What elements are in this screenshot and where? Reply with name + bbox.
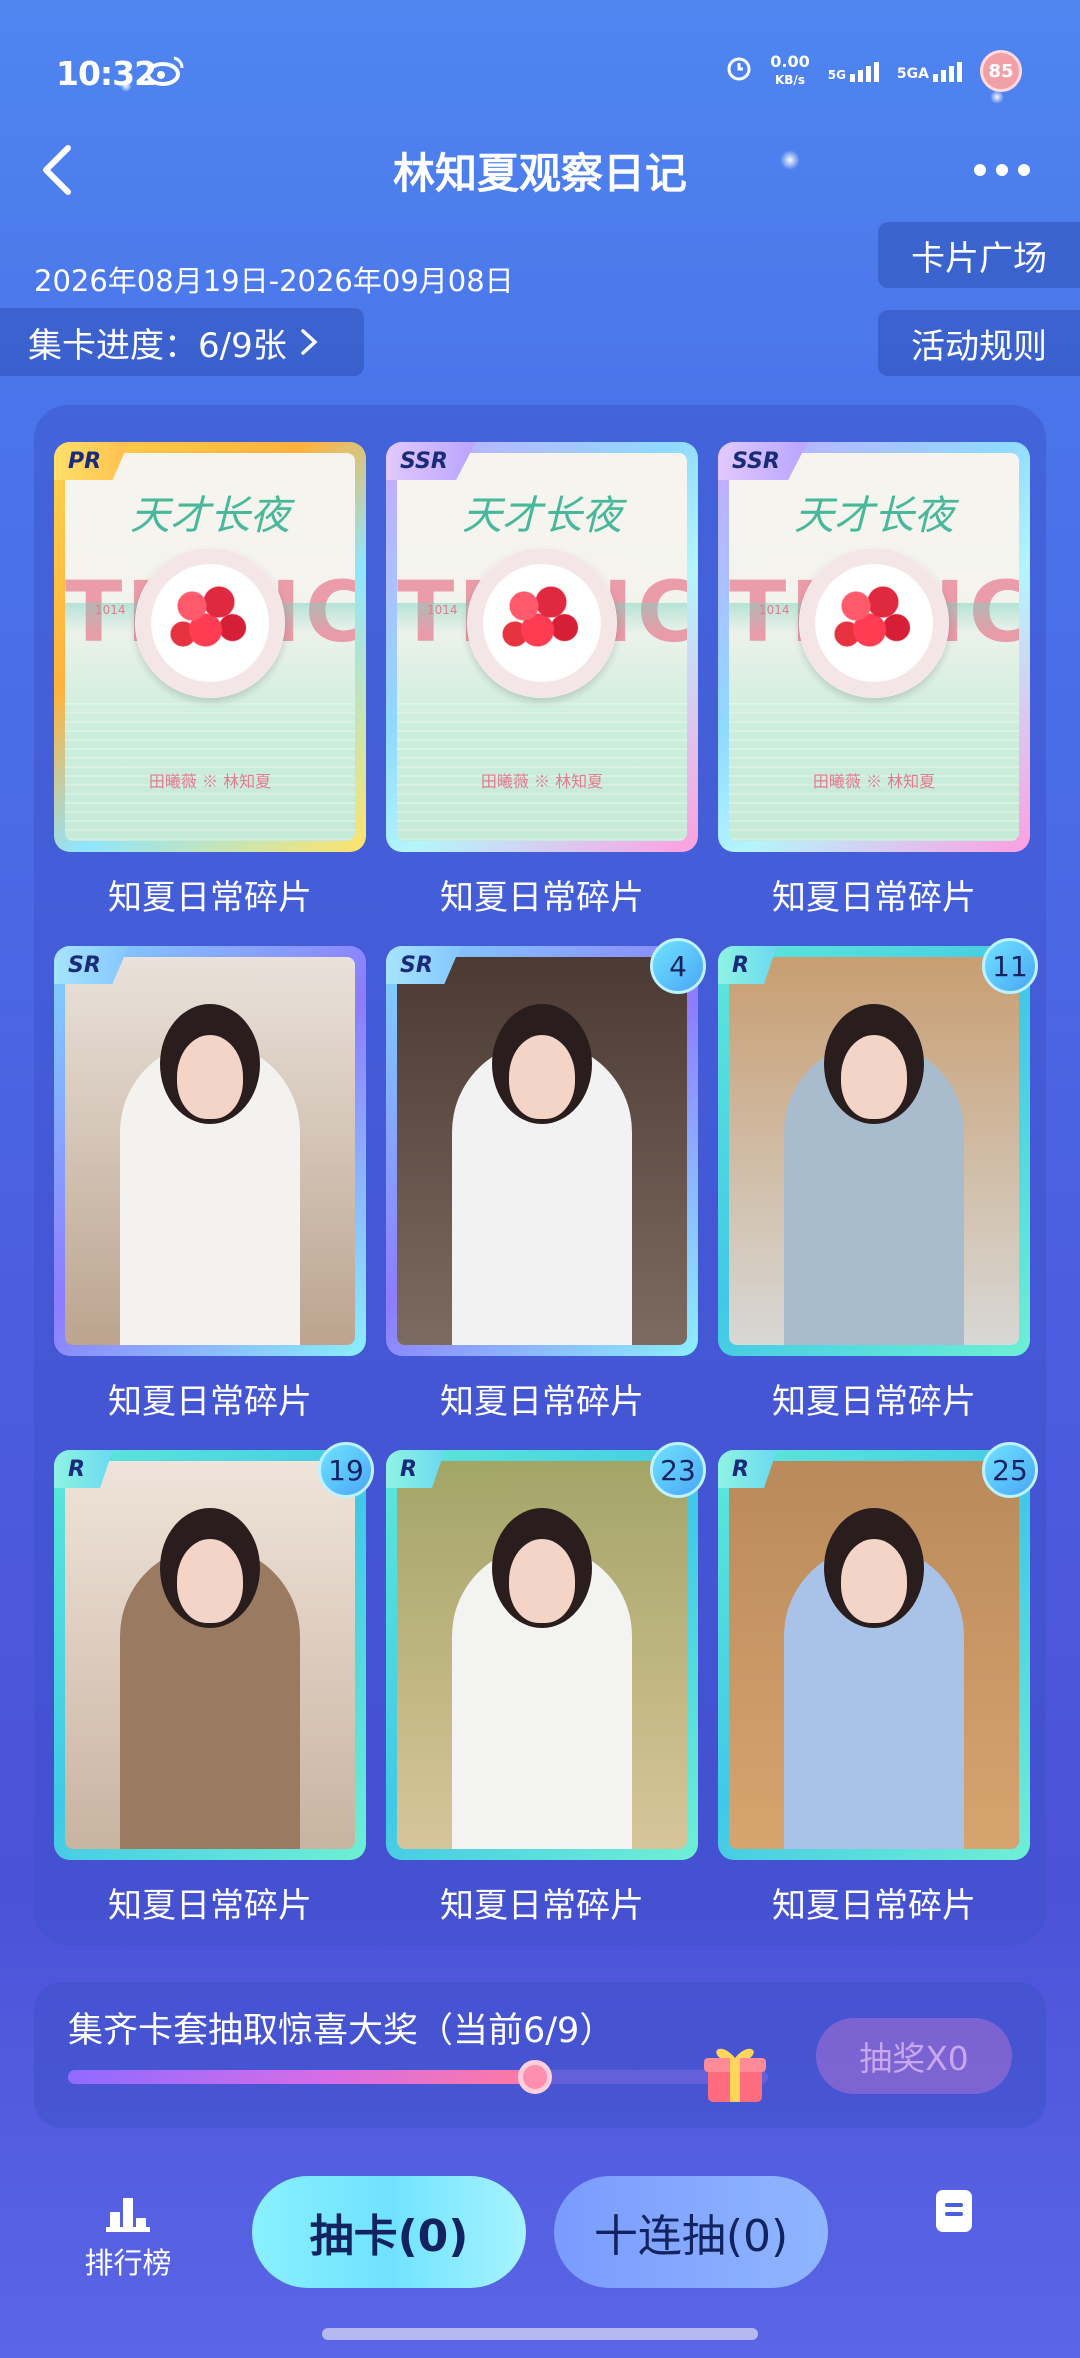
face-shape	[509, 1034, 575, 1119]
card-photo-image	[397, 1461, 687, 1849]
gift-icon	[702, 2040, 768, 2106]
home-indicator[interactable]	[322, 2328, 758, 2340]
card-label: 知夏日常碎片	[440, 1886, 644, 1926]
raspberries-image	[165, 578, 255, 658]
poster-credit: 田曦薇 ※ 林知夏	[148, 772, 272, 791]
page-header: 林知夏观察日记	[0, 130, 1080, 210]
card-item[interactable]: SR 4 知夏日常碎片	[386, 938, 706, 1423]
card-label: 知夏日常碎片	[108, 1886, 312, 1926]
card-item[interactable]: SR 知夏日常碎片	[54, 946, 366, 1423]
record-icon[interactable]	[936, 2190, 972, 2232]
lottery-progress-track	[68, 2060, 768, 2094]
battery-indicator: 85	[980, 50, 1022, 92]
card-frame: SR	[54, 946, 366, 1356]
card-label: 知夏日常碎片	[108, 1382, 312, 1422]
status-time: 10:32	[56, 54, 157, 93]
card-photo-image	[729, 957, 1019, 1345]
card-frame: R 23	[386, 1442, 706, 1860]
card-label: 知夏日常碎片	[440, 1382, 644, 1422]
page-title: 林知夏观察日记	[392, 149, 687, 198]
card-poster-image: 天才长夜TIANCAIWEI1014田曦薇 ※ 林知夏	[65, 453, 355, 841]
card-frame: R 11	[718, 938, 1038, 1356]
card-item[interactable]: SSR天才长夜TIANCAIWEI1014田曦薇 ※ 林知夏知夏日常碎片	[386, 442, 698, 919]
poster-logo: 天才长夜	[794, 493, 954, 539]
signal-5ga: 5GA	[897, 60, 962, 82]
face-shape	[841, 1034, 907, 1119]
leaderboard-button[interactable]: 排行榜	[78, 2192, 178, 2282]
card-label: 知夏日常碎片	[772, 1886, 976, 1926]
event-period: 2026年08月19日-2026年09月08日	[34, 264, 514, 298]
progress-knob	[517, 2060, 552, 2094]
poster-credit: 田曦薇 ※ 林知夏	[480, 772, 604, 791]
leaderboard-label: 排行榜	[84, 2246, 172, 2280]
card-item[interactable]: R 19 知夏日常碎片	[54, 1442, 374, 1927]
card-count-badge: 11	[982, 938, 1038, 994]
card-item[interactable]: R 25 知夏日常碎片	[718, 1442, 1038, 1927]
draw-ten-button[interactable]: 十连抽(0)	[554, 2176, 828, 2288]
card-label: 知夏日常碎片	[440, 878, 644, 918]
card-frame: SR 4	[386, 938, 706, 1356]
lottery-progress-fill	[68, 2070, 535, 2084]
face-shape	[841, 1538, 907, 1623]
face-shape	[177, 1538, 243, 1623]
signal-bars-icon	[849, 60, 879, 82]
card-count-badge: 25	[982, 1442, 1038, 1498]
card-label: 知夏日常碎片	[772, 1382, 976, 1422]
card-label: 知夏日常碎片	[108, 878, 312, 918]
collect-progress-button[interactable]: 集卡进度：6/9张	[0, 308, 364, 376]
more-options-button[interactable]	[974, 164, 1030, 176]
poster-code: 1014	[427, 603, 458, 617]
event-rules-button[interactable]: 活动规则	[878, 310, 1080, 376]
card-frame: SSR天才长夜TIANCAIWEI1014田曦薇 ※ 林知夏	[718, 442, 1030, 852]
raspberries-image	[829, 578, 919, 658]
card-frame: R 25	[718, 1442, 1038, 1860]
card-count-badge: 19	[318, 1442, 374, 1498]
collect-progress-text: 集卡进度：6/9张	[28, 325, 287, 366]
card-poster-image: 天才长夜TIANCAIWEI1014田曦薇 ※ 林知夏	[397, 453, 687, 841]
card-label: 知夏日常碎片	[772, 878, 976, 918]
card-photo-image	[65, 957, 355, 1345]
card-item[interactable]: PR天才长夜TIANCAIWEI1014田曦薇 ※ 林知夏知夏日常碎片	[54, 442, 366, 919]
card-count-badge: 4	[650, 938, 706, 994]
lottery-text: 集齐卡套抽取惊喜大奖（当前6/9）	[68, 2011, 615, 2051]
status-bar: 10:32 0.00 KB/s 5G 5GA 85	[0, 40, 1080, 110]
card-poster-image: 天才长夜TIANCAIWEI1014田曦薇 ※ 林知夏	[729, 453, 1019, 841]
card-photo-image	[397, 957, 687, 1345]
card-square-button[interactable]: 卡片广场	[878, 222, 1080, 288]
card-frame: SSR天才长夜TIANCAIWEI1014田曦薇 ※ 林知夏	[386, 442, 698, 852]
card-frame: PR天才长夜TIANCAIWEI1014田曦薇 ※ 林知夏	[54, 442, 366, 852]
poster-credit: 田曦薇 ※ 林知夏	[812, 772, 936, 791]
draw-one-button[interactable]: 抽卡(0)	[252, 2176, 526, 2288]
alarm-icon	[726, 56, 752, 86]
signal-5g: 5G	[828, 60, 879, 82]
card-item[interactable]: R 23 知夏日常碎片	[386, 1442, 706, 1927]
poster-code: 1014	[95, 603, 126, 617]
card-photo-image	[65, 1461, 355, 1849]
lottery-panel: 集齐卡套抽取惊喜大奖（当前6/9） 抽奖X0	[34, 1982, 1046, 2128]
chevron-right-icon	[300, 329, 318, 355]
dot-icon	[1018, 164, 1030, 176]
network-speed: 0.00 KB/s	[770, 52, 810, 88]
face-shape	[177, 1034, 243, 1119]
weibo-icon	[146, 54, 186, 96]
poster-code: 1014	[759, 603, 790, 617]
lottery-draw-button[interactable]: 抽奖X0	[816, 2018, 1012, 2094]
poster-logo: 天才长夜	[462, 493, 622, 539]
dot-icon	[996, 164, 1008, 176]
raspberries-image	[497, 578, 587, 658]
card-count-badge: 23	[650, 1442, 706, 1498]
face-shape	[509, 1538, 575, 1623]
poster-logo: 天才长夜	[130, 493, 290, 539]
signal-bars-icon	[933, 60, 962, 82]
card-frame: R 19	[54, 1442, 374, 1860]
card-item[interactable]: SSR天才长夜TIANCAIWEI1014田曦薇 ※ 林知夏知夏日常碎片	[718, 442, 1030, 919]
card-item[interactable]: R 11 知夏日常碎片	[718, 938, 1038, 1423]
dot-icon	[974, 164, 986, 176]
card-photo-image	[729, 1461, 1019, 1849]
leaderboard-icon	[106, 2192, 150, 2232]
